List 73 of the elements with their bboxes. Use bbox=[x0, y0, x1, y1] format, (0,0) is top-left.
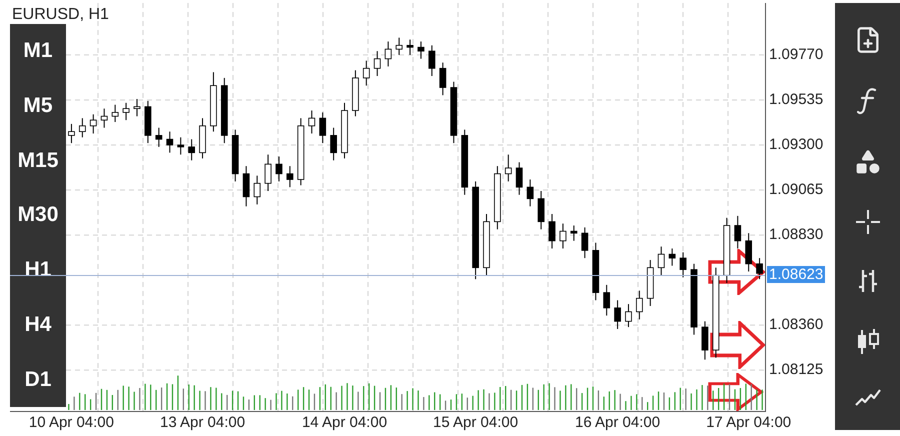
candlestick bbox=[680, 252, 686, 278]
candlestick-icon[interactable] bbox=[856, 326, 880, 354]
price-label: 1.09770 bbox=[769, 46, 824, 63]
candlestick bbox=[668, 248, 676, 266]
candlestick bbox=[112, 104, 119, 123]
candlestick bbox=[526, 179, 534, 207]
time-label: 14 Apr 04:00 bbox=[302, 414, 388, 432]
candlestick bbox=[538, 190, 544, 230]
candlestick bbox=[745, 232, 752, 272]
candlestick bbox=[188, 138, 195, 161]
timeframe-button[interactable]: M30 bbox=[18, 203, 58, 228]
price-label: 1.08125 bbox=[769, 362, 824, 378]
candlestick bbox=[384, 41, 392, 67]
candlestick bbox=[155, 127, 162, 148]
price-label: 1.09065 bbox=[769, 182, 824, 198]
function-icon[interactable] bbox=[856, 86, 878, 114]
price-label: 1.08830 bbox=[769, 227, 824, 244]
candlestick bbox=[658, 246, 665, 276]
candlestick bbox=[702, 320, 708, 360]
shapes-icon[interactable] bbox=[854, 148, 882, 176]
candlestick bbox=[406, 39, 414, 56]
candlestick bbox=[374, 50, 381, 77]
timeframe-button[interactable]: M1 bbox=[23, 39, 53, 64]
candlestick bbox=[504, 154, 512, 182]
chart-title: EURUSD, H1 bbox=[12, 5, 109, 25]
time-label: 16 Apr 04:00 bbox=[575, 414, 660, 432]
candlestick bbox=[134, 98, 140, 117]
price-label: 1.08360 bbox=[769, 317, 824, 334]
timeframe-button[interactable]: M15 bbox=[18, 148, 58, 173]
candlestick bbox=[362, 60, 370, 86]
candlestick bbox=[276, 156, 282, 182]
time-label: 13 Apr 04:00 bbox=[160, 414, 246, 432]
candlestick bbox=[100, 108, 108, 128]
timeframe-button[interactable]: H4 bbox=[24, 312, 52, 337]
time-label: 10 Apr 04:00 bbox=[28, 414, 114, 432]
candlestick bbox=[614, 300, 621, 330]
candlestick bbox=[177, 136, 184, 156]
candlestick bbox=[636, 290, 643, 320]
candlestick bbox=[242, 166, 250, 207]
candlestick bbox=[428, 44, 436, 77]
candlestick bbox=[308, 110, 316, 134]
time-label: 17 Apr 04:00 bbox=[706, 414, 792, 432]
candlestick bbox=[122, 102, 130, 121]
candlestick bbox=[734, 215, 742, 249]
time-label: 15 Apr 04:00 bbox=[433, 414, 518, 432]
candlestick bbox=[516, 162, 523, 196]
candlestick bbox=[603, 284, 610, 316]
candlestick bbox=[286, 166, 294, 188]
candlestick bbox=[581, 226, 588, 259]
candlestick bbox=[625, 304, 632, 328]
candlestick bbox=[264, 154, 272, 192]
candlestick bbox=[570, 224, 578, 242]
timeframe-button[interactable]: M5 bbox=[23, 94, 53, 118]
candlestick bbox=[330, 127, 337, 161]
candlestick bbox=[166, 131, 174, 154]
price-label: 1.09300 bbox=[769, 137, 824, 153]
price-label: 1.09535 bbox=[769, 92, 824, 108]
candlestick bbox=[560, 223, 566, 249]
line-chart-icon[interactable] bbox=[854, 388, 882, 408]
candlestick bbox=[439, 62, 446, 96]
candlestick bbox=[548, 213, 556, 249]
candlestick bbox=[756, 258, 763, 280]
candlestick bbox=[90, 114, 97, 134]
candlestick bbox=[418, 41, 424, 60]
timeframe-button[interactable]: D1 bbox=[24, 368, 52, 392]
candlestick bbox=[396, 37, 403, 56]
candlestick bbox=[78, 118, 86, 138]
annotation-arrow bbox=[708, 373, 764, 411]
candlestick bbox=[68, 123, 75, 144]
crosshair-icon[interactable] bbox=[854, 208, 880, 234]
current-price-tag: 1.08623 bbox=[767, 266, 826, 283]
candlestick bbox=[254, 175, 261, 205]
candlestick bbox=[319, 112, 326, 144]
